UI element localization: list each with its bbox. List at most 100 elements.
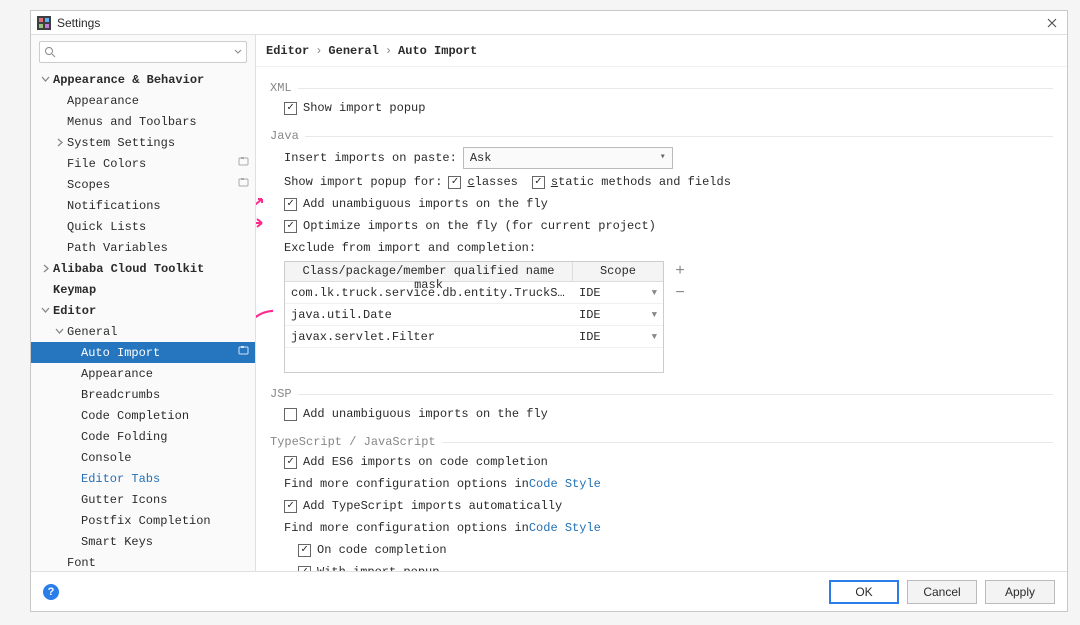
jsp-add-unambig-label: Add unambiguous imports on the fly [303,405,548,423]
exclude-add-button[interactable]: + [670,261,690,281]
tree-row[interactable]: Quick Lists [31,216,255,237]
section-ts: TypeScript / JavaScript [270,435,1053,449]
tree-row[interactable]: Font [31,552,255,571]
tree-row[interactable]: Appearance [31,90,255,111]
code-style-link-2[interactable]: Code Style [529,519,601,537]
tree-row[interactable]: Editor Tabs [31,468,255,489]
chevron-right-icon[interactable] [53,137,65,149]
dialog-footer: ? OK Cancel Apply [31,571,1067,611]
section-xml: XML [270,81,1053,95]
jsp-add-unambig-checkbox[interactable] [284,408,297,421]
exclude-scope-cell[interactable]: IDE▼ [573,286,663,300]
settings-tree[interactable]: Appearance & Behavior Appearance Menus and… [31,69,255,571]
tree-item-label: General [67,325,249,339]
tree-item-label: Editor Tabs [81,472,249,486]
exclude-scope-cell[interactable]: IDE▼ [573,308,663,322]
tree-arrow-placeholder [53,200,65,212]
search-field[interactable] [60,44,234,60]
help-icon[interactable]: ? [43,584,59,600]
tree-row[interactable]: Smart Keys [31,531,255,552]
tree-item-label: Menus and Toolbars [67,115,249,129]
on-cc-checkbox[interactable] [298,544,311,557]
titlebar: Settings [31,11,1067,35]
tree-item-label: Quick Lists [67,220,249,234]
search-dropdown-icon[interactable] [234,48,242,56]
chevron-down-icon[interactable] [39,305,51,317]
ts-auto-checkbox[interactable] [284,500,297,513]
tree-arrow-placeholder [53,179,65,191]
tree-item-label: Path Variables [67,241,249,255]
chevron-down-icon: ▼ [652,332,657,342]
tree-item-label: System Settings [67,136,249,150]
tree-arrow-placeholder [67,389,79,401]
tree-row[interactable]: Notifications [31,195,255,216]
search-icon [44,46,56,58]
tree-row[interactable]: General [31,321,255,342]
tree-row[interactable]: Keymap [31,279,255,300]
tree-arrow-placeholder [53,242,65,254]
exclude-remove-button[interactable]: − [670,283,690,303]
exclude-col-scope: Scope [573,262,663,281]
optimize-imports-checkbox[interactable] [284,220,297,233]
tree-row[interactable]: System Settings [31,132,255,153]
settings-scroll[interactable]: XML Show import popup Java Insert import… [256,67,1067,571]
tree-arrow-placeholder [53,557,65,569]
tree-item-label: Keymap [53,283,249,297]
tree-item-label: Code Completion [81,409,249,423]
static-checkbox[interactable] [532,176,545,189]
chevron-right-icon[interactable] [39,263,51,275]
app-icon [37,16,51,30]
chevron-down-icon[interactable] [53,326,65,338]
annotation-arrow-1 [256,197,268,211]
tree-item-label: Editor [53,304,249,318]
tree-row[interactable]: Alibaba Cloud Toolkit [31,258,255,279]
exclude-scope-cell[interactable]: IDE▼ [573,330,663,344]
tree-row[interactable]: Editor [31,300,255,321]
table-row[interactable]: java.util.DateIDE▼ [285,304,663,326]
crumb-editor: Editor [266,44,309,58]
es6-label: Add ES6 imports on code completion [303,453,548,471]
cancel-button[interactable]: Cancel [907,580,977,604]
tree-item-label: Code Folding [81,430,249,444]
dialog-body: Appearance & Behavior Appearance Menus and… [31,35,1067,571]
tree-row[interactable]: Menus and Toolbars [31,111,255,132]
xml-show-popup-checkbox[interactable] [284,102,297,115]
code-style-link-1[interactable]: Code Style [529,475,601,493]
insert-imports-label: Insert imports on paste: [284,149,457,167]
tree-row[interactable]: Code Folding [31,426,255,447]
table-row[interactable]: com.lk.truck.service.db.entity.TruckStar… [285,282,663,304]
tree-row[interactable]: Console [31,447,255,468]
close-icon[interactable] [1043,14,1061,32]
tree-row[interactable]: Appearance [31,363,255,384]
exclude-table: Class/package/member qualified name mask… [284,261,664,373]
tree-row[interactable]: Code Completion [31,405,255,426]
with-popup-checkbox[interactable] [298,566,311,572]
with-popup-label: With import popup [317,563,439,571]
tree-row[interactable]: Auto Import [31,342,255,363]
tree-row[interactable]: Breadcrumbs [31,384,255,405]
crumb-general: General [328,44,378,58]
find-config-1-prefix: Find more configuration options in [284,475,529,493]
window-title: Settings [57,16,1043,30]
tree-row[interactable]: Scopes [31,174,255,195]
apply-button[interactable]: Apply [985,580,1055,604]
classes-checkbox[interactable] [448,176,461,189]
tree-item-label: Appearance & Behavior [53,73,249,87]
tree-row[interactable]: Path Variables [31,237,255,258]
chevron-down-icon[interactable] [39,74,51,86]
tree-row[interactable]: Gutter Icons [31,489,255,510]
tree-arrow-placeholder [53,116,65,128]
crumb-auto-import: Auto Import [398,44,477,58]
ok-button[interactable]: OK [829,580,899,604]
chevron-down-icon: ▾ [660,149,666,167]
tree-row[interactable]: Postfix Completion [31,510,255,531]
insert-imports-select[interactable]: Ask ▾ [463,147,673,169]
tree-row[interactable]: Appearance & Behavior [31,69,255,90]
tree-row[interactable]: File Colors [31,153,255,174]
optimize-imports-label: Optimize imports on the fly (for current… [303,217,656,235]
tree-item-label: Gutter Icons [81,493,249,507]
search-input[interactable] [39,41,247,63]
table-row[interactable]: javax.servlet.FilterIDE▼ [285,326,663,348]
es6-checkbox[interactable] [284,456,297,469]
add-unambig-checkbox[interactable] [284,198,297,211]
